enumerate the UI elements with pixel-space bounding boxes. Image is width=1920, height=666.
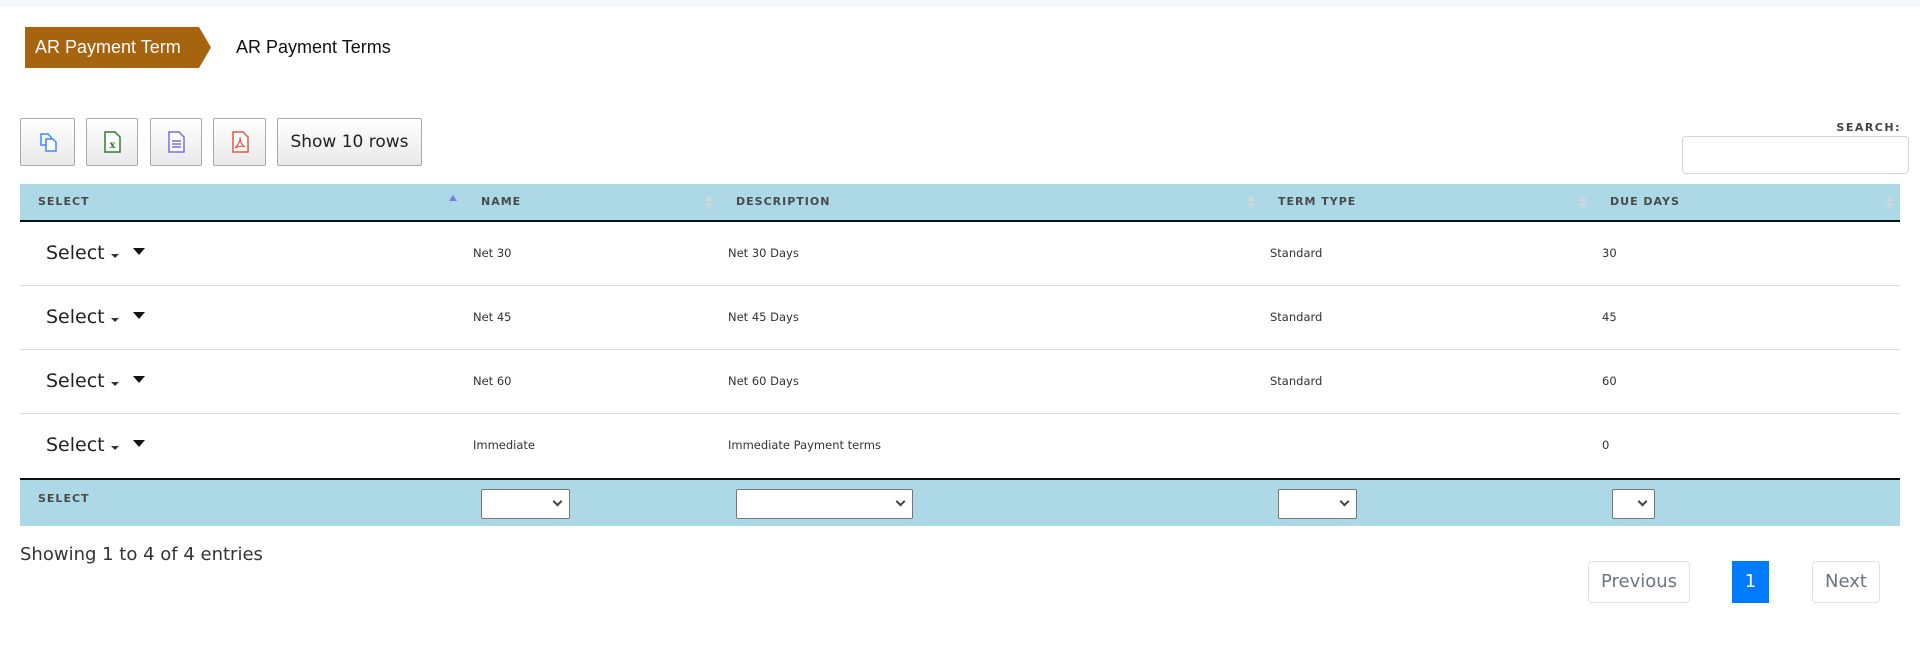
page-title: AR Payment Terms <box>236 37 391 57</box>
cell-name: Net 30 <box>473 246 512 260</box>
select-label: Select <box>46 434 105 456</box>
row-select-dropdown[interactable]: Select <box>46 350 145 413</box>
cell-term-type: Standard <box>1270 310 1323 324</box>
table-row: Select Net 60 Net 60 Days Standard 60 <box>20 350 1900 414</box>
column-header-due-days[interactable]: DUE DAYS <box>1610 184 1680 220</box>
breadcrumb-parent[interactable]: AR Payment Term <box>25 27 211 68</box>
caret-down-icon <box>110 445 119 450</box>
row-select-dropdown[interactable]: Select <box>46 222 145 285</box>
filter-term-type-select[interactable] <box>1278 489 1357 519</box>
top-bar <box>0 0 1920 7</box>
dropdown-arrow-icon <box>132 440 145 447</box>
pdf-export-button[interactable] <box>213 118 266 166</box>
filter-description-select[interactable] <box>736 489 913 519</box>
cell-due-days: 45 <box>1602 310 1617 324</box>
search-input[interactable] <box>1682 136 1909 174</box>
sort-both-icon[interactable] <box>705 194 713 210</box>
chevron-down-icon <box>895 496 906 507</box>
select-label: Select <box>46 370 105 392</box>
pagination-previous[interactable]: Previous <box>1588 561 1690 603</box>
caret-down-icon <box>110 381 119 386</box>
filter-name-select[interactable] <box>481 489 570 519</box>
caret-down-icon <box>110 317 119 322</box>
svg-text:x: x <box>110 140 117 151</box>
table-row: Select Net 30 Net 30 Days Standard 30 <box>20 222 1900 286</box>
cell-name: Net 60 <box>473 374 512 388</box>
cell-due-days: 30 <box>1602 246 1617 260</box>
column-header-select[interactable]: SELECT <box>38 184 90 220</box>
cell-term-type: Standard <box>1270 374 1323 388</box>
dropdown-arrow-icon <box>132 312 145 319</box>
select-label: Select <box>46 306 105 328</box>
dropdown-arrow-icon <box>132 376 145 383</box>
table-row: Select Net 45 Net 45 Days Standard 45 <box>20 286 1900 350</box>
excel-icon: x <box>104 131 121 153</box>
csv-export-button[interactable] <box>150 118 202 166</box>
copy-button[interactable] <box>20 118 75 166</box>
caret-down-icon <box>110 253 119 258</box>
filter-due-days-select[interactable] <box>1612 489 1655 519</box>
show-rows-button[interactable]: Show 10 rows <box>277 118 422 166</box>
sort-both-icon[interactable] <box>1579 194 1587 210</box>
dropdown-arrow-icon <box>132 248 145 255</box>
table-row: Select Immediate Immediate Payment terms… <box>20 414 1900 480</box>
cell-description: Net 30 Days <box>728 246 799 260</box>
footer-select-label: SELECT <box>38 492 90 505</box>
cell-name: Net 45 <box>473 310 512 324</box>
row-select-dropdown[interactable]: Select <box>46 286 145 349</box>
cell-due-days: 0 <box>1602 438 1610 452</box>
table-header: SELECT NAME DESCRIPTION TERM TYPE DUE DA… <box>20 184 1900 222</box>
copy-icon <box>39 133 57 152</box>
row-select-dropdown[interactable]: Select <box>46 414 145 477</box>
pagination-next[interactable]: Next <box>1812 561 1880 603</box>
cell-name: Immediate <box>473 438 535 452</box>
cell-description: Immediate Payment terms <box>728 438 881 452</box>
csv-document-icon <box>168 131 185 153</box>
column-header-name[interactable]: NAME <box>481 184 521 220</box>
cell-term-type: Standard <box>1270 246 1323 260</box>
sort-ascending-icon[interactable] <box>449 194 457 210</box>
select-label: Select <box>46 242 105 264</box>
chevron-down-icon <box>1339 496 1350 507</box>
pdf-icon <box>231 131 249 153</box>
column-header-description[interactable]: DESCRIPTION <box>736 184 830 220</box>
excel-export-button[interactable]: x <box>86 118 138 166</box>
column-header-term-type[interactable]: TERM TYPE <box>1278 184 1356 220</box>
table-footer: SELECT <box>20 480 1900 526</box>
entries-info: Showing 1 to 4 of 4 entries <box>20 544 263 565</box>
pagination-page-1[interactable]: 1 <box>1732 561 1769 603</box>
cell-due-days: 60 <box>1602 374 1617 388</box>
cell-description: Net 60 Days <box>728 374 799 388</box>
search-label: SEARCH: <box>1836 121 1901 134</box>
cell-description: Net 45 Days <box>728 310 799 324</box>
sort-both-icon[interactable] <box>1247 194 1255 210</box>
chevron-down-icon <box>552 496 563 507</box>
sort-both-icon[interactable] <box>1886 194 1894 210</box>
chevron-down-icon <box>1637 496 1648 507</box>
